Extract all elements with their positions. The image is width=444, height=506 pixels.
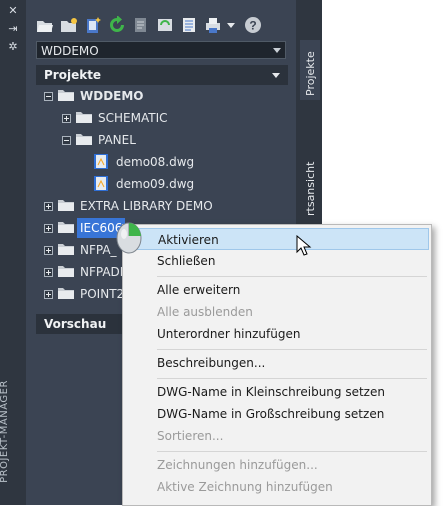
menu-item-activate[interactable]: Aktivieren [125,228,429,250]
menu-separator [157,378,427,379]
menu-item-expand-all[interactable]: Alle erweitern [125,279,429,301]
new-drawing-icon[interactable] [84,16,102,34]
menu-separator [157,451,427,452]
tree-node-extra-library-demo[interactable]: EXTRA LIBRARY DEMO [36,196,286,216]
expand-icon[interactable] [44,268,53,277]
preview-section-title: Vorschau [44,317,107,331]
project-select-value: WDDEMO [41,44,99,58]
project-folder-icon [58,200,74,211]
tab-projects[interactable]: Projekte [300,40,320,100]
project-folder-icon [58,288,74,299]
tree-node-panel[interactable]: PANEL [36,130,286,150]
dropdown-icon[interactable] [226,16,236,34]
project-select[interactable]: WDDEMO [36,41,286,59]
drawing-file-icon [94,176,108,191]
properties-icon[interactable]: ✲ [4,40,22,54]
menu-item-descriptions[interactable]: Beschreibungen... [125,352,429,374]
drawing-file-icon [94,154,108,169]
autohide-icon[interactable]: ⇥ [4,22,22,36]
menu-item-uppercase-dwg[interactable]: DWG-Name in Großschreibung setzen [125,403,429,425]
expand-icon[interactable] [44,224,53,233]
tree-node-schematic[interactable]: SCHEMATIC [36,108,286,128]
folder-icon [76,112,92,123]
project-folder-icon [58,222,74,233]
plot-icon[interactable] [204,16,222,34]
menu-item-close[interactable]: Schließen [125,250,429,272]
collapse-icon[interactable] [44,92,53,101]
menu-item-collapse-all[interactable]: Alle ausblenden [125,301,429,323]
tab-view[interactable]: rtsansicht [300,136,320,226]
project-properties-icon[interactable] [180,16,198,34]
menu-item-add-drawings[interactable]: Zeichnungen hinzufügen... [125,454,429,476]
mouse-cursor-icon [296,235,312,256]
open-project-icon[interactable] [36,16,54,34]
folder-icon [76,134,92,145]
close-icon[interactable]: ✕ [4,4,22,18]
menu-item-lowercase-dwg[interactable]: DWG-Name in Kleinschreibung setzen [125,381,429,403]
menu-item-add-subfolder[interactable]: Unterordner hinzufügen [125,323,429,345]
menu-item-add-active-drawing[interactable]: Aktive Zeichnung hinzufügen [125,476,429,498]
project-folder-icon [58,266,74,277]
refresh-icon[interactable] [108,16,126,34]
tree-node-wddemo[interactable]: WDDEMO [36,86,286,106]
context-menu: Aktivieren Schließen Alle erweitern Alle… [122,224,432,506]
svg-text:?: ? [249,19,256,33]
projects-section-header[interactable]: Projekte [36,65,288,85]
chevron-down-icon[interactable] [272,73,280,78]
menu-separator [157,349,427,350]
expand-icon[interactable] [44,202,53,211]
expand-icon[interactable] [44,290,53,299]
tree-node-demo09[interactable]: demo09.dwg [36,174,286,194]
expand-icon[interactable] [44,246,53,255]
expand-icon[interactable] [62,114,71,123]
task-list-icon[interactable] [132,16,150,34]
new-project-icon[interactable] [60,16,78,34]
project-folder-icon [58,90,74,101]
rebuild-icon[interactable] [156,16,174,34]
palette-title-bar: ✕ ⇥ ✲ PROJEKT-MANAGER [0,0,26,505]
project-folder-icon [58,244,74,255]
menu-item-sort[interactable]: Sortieren... [125,425,429,447]
menu-separator [157,276,427,277]
mouse-right-click-icon [116,222,142,254]
palette-title: PROJEKT-MANAGER [0,380,10,483]
chevron-down-icon[interactable] [273,48,281,53]
tree-node-demo08[interactable]: demo08.dwg [36,152,286,172]
help-icon[interactable]: ? [244,16,262,34]
collapse-icon[interactable] [62,136,71,145]
projects-section-title: Projekte [44,68,102,82]
